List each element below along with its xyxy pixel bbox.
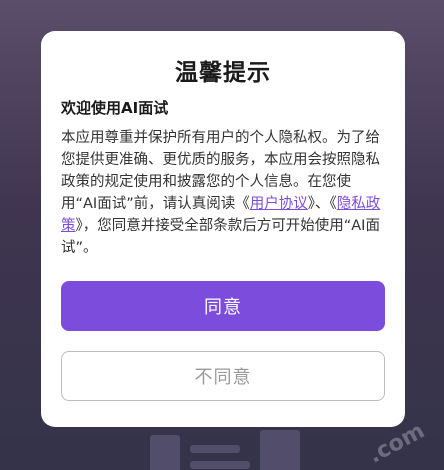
agree-button[interactable]: 同意 xyxy=(61,281,385,331)
dialog-subtitle: 欢迎使用AI面试 xyxy=(61,99,169,117)
background-illustration-shape xyxy=(150,435,180,470)
disagree-button[interactable]: 不同意 xyxy=(61,351,385,401)
dialog-title: 温馨提示 xyxy=(175,60,271,86)
dialog-content: 本应用尊重并保护所有用户的个人隐私权。为了给您提供更准确、更优质的服务，本应用会… xyxy=(61,127,385,264)
background-illustration xyxy=(150,425,310,470)
privacy-dialog: 温馨提示 欢迎使用AI面试 本应用尊重并保护所有用户的个人隐私权。为了给您提供更… xyxy=(41,31,405,427)
background-illustration-shape xyxy=(260,430,300,470)
background-illustration-shape xyxy=(190,461,250,469)
background-illustration-shape xyxy=(190,445,240,453)
content-text: 》，您同意并接受全部条款后方可开始使用“AI面试”。 xyxy=(61,218,380,256)
content-text: 》、《 xyxy=(307,196,337,212)
user-agreement-link[interactable]: 用户协议 xyxy=(250,196,308,212)
